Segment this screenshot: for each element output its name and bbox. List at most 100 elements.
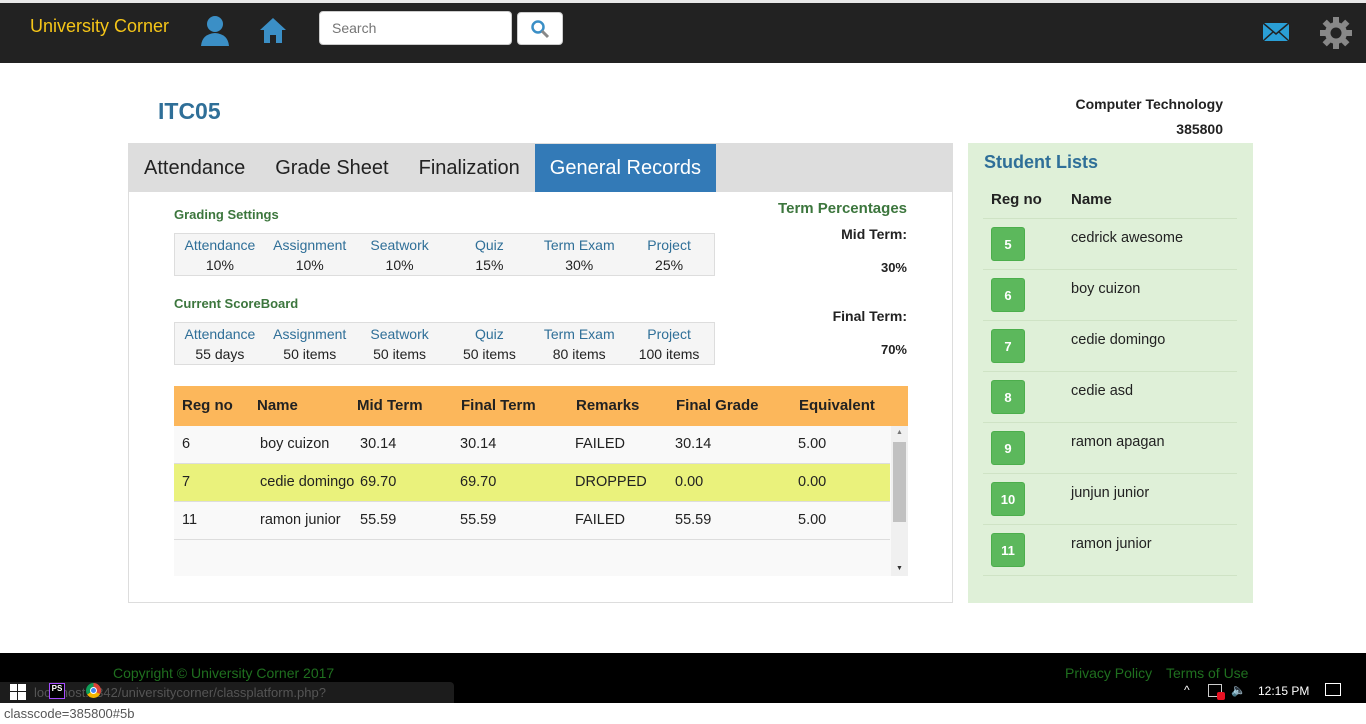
column-header[interactable]: Reg no [174, 386, 257, 426]
student-row[interactable]: 9 ramon apagan [983, 423, 1237, 474]
mini-cell: Project 100 items [624, 323, 714, 364]
tray-chevron-icon[interactable]: ^ [1184, 683, 1190, 697]
mini-cell: Seatwork 50 items [355, 323, 445, 364]
mini-value: 50 items [373, 346, 427, 362]
student-table-header: Reg no Name [983, 181, 1237, 219]
copyright: Copyright © University Corner 2017 [113, 665, 335, 681]
course-code: ITC05 [158, 98, 221, 124]
mini-cell: Project 25% [624, 234, 714, 275]
cell: 5.00 [798, 512, 827, 528]
student-name[interactable]: ramon junior [1071, 525, 1152, 575]
scoreboard-table: Attendance 55 days Assignment 50 items Seatw… [174, 322, 715, 365]
column-header[interactable]: Name [257, 386, 357, 426]
student-row[interactable]: 11 ramon junior [983, 525, 1237, 576]
mail-icon[interactable] [1262, 22, 1290, 47]
notification-icon[interactable] [1325, 683, 1341, 696]
home-icon[interactable] [259, 16, 287, 49]
mini-label: Term Exam [543, 237, 615, 253]
column-header[interactable]: Equivalent [799, 386, 891, 426]
privacy-policy-link[interactable]: Privacy Policy [1065, 665, 1152, 681]
volume-icon[interactable]: 🔈 [1231, 683, 1246, 697]
cell: 30.14 [360, 436, 397, 452]
reg-badge[interactable]: 9 [991, 431, 1025, 465]
student-name[interactable]: boy cuizon [1071, 270, 1140, 320]
table-row[interactable]: 11 ramon junior 55.59 55.59 FAILED 55.59 5.00 [174, 502, 890, 540]
cell: boy cuizon [260, 436, 330, 452]
student-name[interactable]: ramon apagan [1071, 423, 1165, 473]
reg-badge[interactable]: 5 [991, 227, 1025, 261]
student-name[interactable]: cedie asd [1071, 372, 1133, 422]
mini-cell: Seatwork 10% [355, 234, 445, 275]
scrollbar[interactable]: ▲ ▼ [891, 426, 908, 576]
search-button[interactable] [517, 12, 563, 45]
gear-icon[interactable] [1319, 16, 1353, 55]
scrollbar-thumb[interactable] [893, 442, 906, 522]
tab-attendance[interactable]: Attendance [129, 144, 260, 192]
mini-label: Project [647, 326, 691, 342]
reg-cell: 11 [983, 525, 1071, 575]
terms-link[interactable]: Terms of Use [1166, 665, 1248, 681]
student-list-panel: Student Lists Reg no Name 5 cedrick awesom… [968, 143, 1253, 603]
cell: 30.14 [460, 436, 497, 452]
user-icon[interactable] [199, 14, 231, 53]
student-name[interactable]: cedie domingo [1071, 321, 1165, 371]
tab-general-records[interactable]: General Records [534, 144, 716, 192]
phpstorm-icon[interactable]: PS [49, 683, 65, 699]
student-name[interactable]: junjun junior [1071, 474, 1149, 524]
brand-link[interactable]: University Corner [30, 16, 169, 37]
scroll-down-arrow[interactable]: ▼ [891, 562, 908, 576]
reg-badge[interactable]: 8 [991, 380, 1025, 414]
column-header[interactable]: Mid Term [357, 386, 461, 426]
mini-label: Quiz [475, 237, 504, 253]
column-header[interactable]: Final Grade [676, 386, 799, 426]
windows-start-icon[interactable] [10, 684, 26, 705]
term-percentages-title: Term Percentages [778, 200, 907, 217]
reg-cell: 9 [983, 423, 1071, 473]
network-icon[interactable] [1208, 684, 1225, 700]
cell: 7 [182, 474, 191, 490]
student-row[interactable]: 8 cedie asd [983, 372, 1237, 423]
column-header[interactable]: Remarks [576, 386, 676, 426]
mini-label: Attendance [184, 326, 256, 342]
department: Computer Technology [1075, 96, 1223, 112]
mini-label: Term Exam [543, 326, 615, 342]
student-row[interactable]: 7 cedie domingo [983, 321, 1237, 372]
clock[interactable]: 12:15 PM [1258, 684, 1309, 698]
student-row[interactable]: 10 junjun junior [983, 474, 1237, 525]
column-header[interactable]: Final Term [461, 386, 576, 426]
cell: 69.70 [460, 474, 497, 490]
mini-value: 10% [295, 257, 324, 273]
scroll-up-arrow[interactable]: ▲ [891, 426, 908, 440]
tab-grade-sheet[interactable]: Grade Sheet [260, 144, 403, 192]
reg-cell: 5 [983, 219, 1071, 269]
mini-label: Assignment [273, 237, 347, 253]
chrome-icon[interactable] [86, 683, 101, 698]
mini-cell: Term Exam 30% [534, 234, 624, 275]
cell: 6 [182, 436, 191, 452]
reg-badge[interactable]: 10 [991, 482, 1025, 516]
reg-badge[interactable]: 7 [991, 329, 1025, 363]
tab-finalization[interactable]: Finalization [404, 144, 535, 192]
final-term-label: Final Term: [832, 308, 907, 324]
cell: 30.14 [675, 436, 712, 452]
cell: 69.70 [360, 474, 397, 490]
mid-term-value: 30% [880, 260, 907, 275]
reg-badge[interactable]: 11 [991, 533, 1025, 567]
mini-value: 50 items [462, 346, 516, 362]
reg-badge[interactable]: 6 [991, 278, 1025, 312]
search-input[interactable] [319, 11, 512, 45]
cell: 55.59 [675, 512, 712, 528]
search-icon [531, 19, 550, 38]
table-row[interactable]: 6 boy cuizon 30.14 30.14 FAILED 30.14 5.00 [174, 426, 890, 464]
cell: FAILED [575, 512, 625, 528]
student-row[interactable]: 6 boy cuizon [983, 270, 1237, 321]
mini-label: Project [647, 237, 691, 253]
student-name[interactable]: cedrick awesome [1071, 219, 1183, 269]
reg-cell: 8 [983, 372, 1071, 422]
mini-cell: Assignment 50 items [265, 323, 355, 364]
final-term-value: 70% [880, 342, 907, 357]
cell: ramon junior [260, 512, 341, 528]
table-row[interactable]: 7 cedie domingo 69.70 69.70 DROPPED 0.00 0.00 [174, 464, 890, 502]
student-row[interactable]: 5 cedrick awesome [983, 219, 1237, 270]
mini-label: Assignment [273, 326, 347, 342]
